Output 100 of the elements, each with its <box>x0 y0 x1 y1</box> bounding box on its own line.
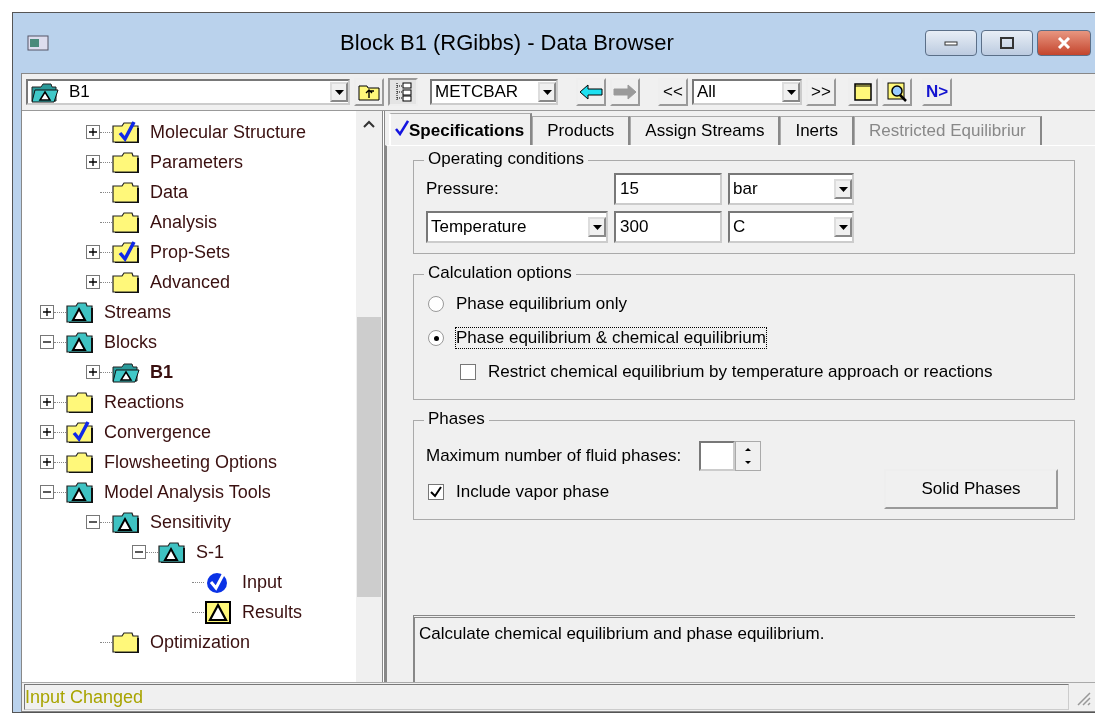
window-title: Block B1 (RGibbs) - Data Browser <box>339 30 675 56</box>
collapse-toggle[interactable] <box>40 335 54 349</box>
group-title: Operating conditions <box>424 149 588 169</box>
folder-icon <box>112 271 140 293</box>
tree-item[interactable]: Analysis <box>150 211 218 233</box>
dropdown-button[interactable] <box>330 82 348 102</box>
maximize-button[interactable] <box>981 30 1033 56</box>
tree-item[interactable]: Streams <box>104 301 172 323</box>
expand-toggle[interactable] <box>40 425 54 439</box>
dropdown-button[interactable] <box>834 179 852 199</box>
window-icon <box>27 35 49 51</box>
location-dropdown[interactable]: B1 <box>26 79 350 105</box>
unit-dropdown[interactable]: C <box>728 211 854 243</box>
tree-item[interactable]: Blocks <box>104 331 157 353</box>
checkbox-label: Include vapor phase <box>456 482 610 502</box>
tree-item[interactable]: Parameters <box>150 151 244 173</box>
tree-item[interactable]: B1 <box>150 361 173 383</box>
tree-view-button[interactable] <box>388 78 418 106</box>
collapse-toggle[interactable] <box>40 485 54 499</box>
folder-icon <box>112 151 140 173</box>
tree-item[interactable]: Advanced <box>150 271 231 293</box>
spin-up-icon[interactable] <box>745 447 752 451</box>
variable-dropdown[interactable]: Temperature <box>426 211 608 243</box>
open-folder-icon <box>112 361 140 383</box>
tree-item[interactable]: Results <box>242 601 303 623</box>
notepad-icon <box>853 82 873 102</box>
checkbox-label: Restrict chemical equilibrium by temperature approach or reactions <box>488 362 993 382</box>
folder-icon <box>66 451 94 473</box>
unit-dropdown[interactable]: bar <box>728 173 854 205</box>
expand-toggle[interactable] <box>40 395 54 409</box>
next-button[interactable]: >> <box>806 78 836 106</box>
option-label[interactable]: Phase equilibrium & chemical equilibrium <box>456 328 766 348</box>
collapse-toggle[interactable] <box>86 515 100 529</box>
tab[interactable]: Products <box>532 116 631 145</box>
tree-item[interactable]: Molecular Structure <box>150 121 307 143</box>
solid-phases-button[interactable]: Solid Phases <box>884 469 1058 509</box>
tree-item[interactable]: Prop-Sets <box>150 241 231 263</box>
radio-button[interactable] <box>428 330 444 346</box>
expand-toggle[interactable] <box>86 245 100 259</box>
dropdown-button[interactable] <box>782 82 800 102</box>
tree-item[interactable]: Convergence <box>104 421 212 443</box>
dropdown-button[interactable] <box>538 82 556 102</box>
tree-item[interactable]: Reactions <box>104 391 185 413</box>
tree-item[interactable]: Flowsheeting Options <box>104 451 278 473</box>
field-label: Pressure: <box>426 179 500 199</box>
folder-up-icon <box>358 83 380 101</box>
tab[interactable]: Assign Streams <box>630 116 781 145</box>
tree-item[interactable]: Data <box>150 181 189 203</box>
next-step-button[interactable]: N> <box>922 78 952 106</box>
expand-toggle[interactable] <box>86 365 100 379</box>
expand-toggle[interactable] <box>40 455 54 469</box>
expand-toggle[interactable] <box>86 125 100 139</box>
block-folder-icon <box>112 511 140 533</box>
folder-icon <box>112 211 140 233</box>
tree-item[interactable]: Model Analysis Tools <box>104 481 271 503</box>
caret-icon <box>838 224 848 230</box>
value-field[interactable]: 300 <box>614 211 722 243</box>
caret-icon <box>592 224 602 230</box>
tree-item[interactable]: Input <box>242 571 283 593</box>
tree-view-icon <box>394 82 412 102</box>
tab[interactable]: Inerts <box>780 116 854 145</box>
close-icon <box>1057 37 1071 49</box>
spin-down-icon[interactable] <box>745 461 752 465</box>
tree-item[interactable]: S-1 <box>196 541 224 563</box>
caret-icon <box>786 89 796 95</box>
phases-spinner[interactable] <box>699 441 762 471</box>
folder-icon <box>112 181 140 203</box>
caret-icon <box>542 89 552 95</box>
minimize-button[interactable] <box>925 30 977 56</box>
value-field[interactable]: 15 <box>614 173 722 205</box>
caret-icon <box>838 186 848 192</box>
tab[interactable]: Specifications <box>389 113 533 145</box>
radio-button[interactable] <box>428 296 444 312</box>
status-text: Input Changed <box>24 684 1069 710</box>
magnifier-icon <box>886 81 908 103</box>
checked-folder-icon <box>112 121 140 143</box>
block-folder-icon <box>158 541 186 563</box>
maximize-icon <box>1000 37 1014 49</box>
collapse-toggle[interactable] <box>132 545 146 559</box>
minimize-icon <box>944 40 958 46</box>
tree-item[interactable]: Sensitivity <box>150 511 232 533</box>
expand-toggle[interactable] <box>40 305 54 319</box>
scrollbar-thumb[interactable] <box>357 317 381 597</box>
dropdown-button[interactable] <box>834 217 852 237</box>
tree-item[interactable]: Optimization <box>150 631 251 653</box>
group-title: Calculation options <box>424 263 576 283</box>
expand-toggle[interactable] <box>86 275 100 289</box>
filter-dropdown[interactable]: All <box>692 79 802 105</box>
close-button[interactable] <box>1037 30 1091 56</box>
option-label[interactable]: Phase equilibrium only <box>456 294 628 314</box>
field-label: Maximum number of fluid phases: <box>426 446 682 466</box>
block-folder-icon <box>66 481 94 503</box>
triangle-box-icon <box>204 600 232 624</box>
dropdown-button[interactable] <box>588 217 606 237</box>
previous-button[interactable]: << <box>658 78 688 106</box>
block-folder-icon <box>66 301 94 323</box>
expand-toggle[interactable] <box>86 155 100 169</box>
checkbox[interactable] <box>460 364 476 380</box>
units-dropdown[interactable]: METCBAR <box>430 79 558 105</box>
caret-icon <box>334 89 344 95</box>
